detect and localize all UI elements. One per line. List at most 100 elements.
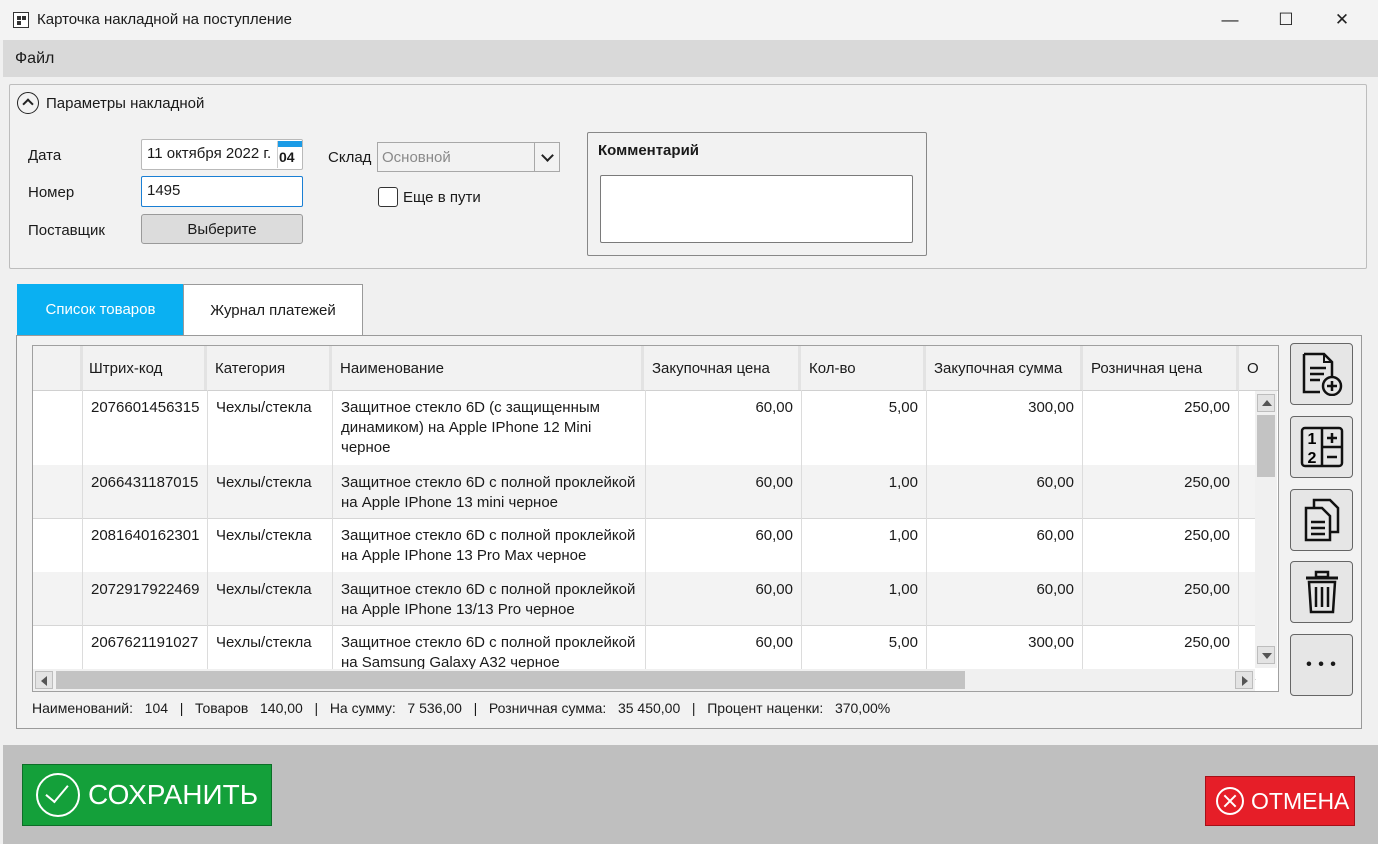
summary-markup-label: Процент наценки: [707,700,824,716]
copy-button[interactable] [1290,489,1353,551]
column-name[interactable]: Наименование [332,346,644,390]
cell-more [1239,518,1256,572]
cell-more [1239,390,1256,465]
column-category[interactable]: Категория [207,346,332,390]
app-icon [13,12,29,28]
date-label: Дата [28,147,62,164]
collapse-chevron-icon[interactable] [17,92,39,114]
cell-purchase-price: 60,00 [646,465,802,518]
column-barcode[interactable]: Штрих-код [33,346,207,390]
row-selector[interactable] [33,465,83,518]
cell-barcode: 2072917922469 [83,572,208,625]
column-purchase-sum[interactable]: Закупочная сумма [926,346,1083,390]
cell-category: Чехлы/стекла [208,518,333,572]
summary-names-value: 104 [144,700,169,716]
more-button[interactable]: • • • [1290,634,1353,696]
date-value: 11 октября 2022 г. [147,145,272,162]
summary-retail-value: 35 450,00 [617,700,681,716]
close-circle-icon [1216,787,1244,815]
table-row[interactable]: 2081640162301 Чехлы/стекла Защитное стек… [33,518,1256,573]
warehouse-value: Основной [382,149,451,166]
cell-barcode: 2066431187015 [83,465,208,518]
summary-separator: | [473,700,478,716]
svg-text:1: 1 [1308,431,1317,448]
in-transit-label[interactable]: Еще в пути [403,189,481,206]
table-row[interactable]: 2072917922469 Чехлы/стекла Защитное стек… [33,572,1256,626]
summary-separator: | [314,700,319,716]
save-label: СОХРАНИТЬ [88,779,259,810]
cell-quantity: 1,00 [802,518,927,572]
menu-bar [3,40,1378,77]
trash-icon [1306,570,1338,614]
column-quantity[interactable]: Кол-во [801,346,926,390]
delete-button[interactable] [1290,561,1353,623]
cell-name: Защитное стекло 6D с полной проклейкой н… [333,572,646,625]
calculate-button[interactable]: 1 2 [1290,416,1353,478]
scroll-right-icon[interactable] [1235,671,1253,689]
summary-goods-value: 140,00 [260,700,303,716]
cell-purchase-sum: 60,00 [927,518,1083,572]
cell-quantity: 1,00 [802,465,927,518]
add-item-button[interactable] [1290,343,1353,405]
cell-purchase-price: 60,00 [646,518,802,572]
maximize-button[interactable]: ☐ [1258,0,1314,40]
cell-purchase-sum: 60,00 [927,465,1083,518]
summary-markup-value: 370,00% [834,700,891,716]
menu-file[interactable]: Файл [15,50,54,68]
cell-category: Чехлы/стекла [208,465,333,518]
cell-retail-price: 250,00 [1083,390,1239,465]
summary-sum-label: На сумму: [329,700,396,716]
summary-goods-label: Товаров [195,700,249,716]
row-selector[interactable] [33,572,83,625]
copy-documents-icon [1304,498,1340,542]
save-button[interactable]: СОХРАНИТЬ [22,764,272,826]
cell-quantity: 1,00 [802,572,927,625]
cell-purchase-sum: 60,00 [927,572,1083,625]
table-row[interactable]: 2076601456315 Чехлы/стекла Защитное стек… [33,390,1256,466]
summary-sum-value: 7 536,00 [407,700,462,716]
in-transit-checkbox[interactable] [378,187,398,207]
cell-category: Чехлы/стекла [208,572,333,625]
row-selector[interactable] [33,518,83,572]
summary-bar: Наименований: 104 | Товаров 140,00 | На … [32,700,890,716]
chevron-down-icon[interactable] [534,143,559,171]
cancel-button[interactable]: ОТМЕНА [1205,776,1355,826]
number-label: Номер [28,184,75,201]
params-header[interactable]: Параметры накладной [46,95,204,112]
cell-purchase-price: 60,00 [646,572,802,625]
column-purchase-price[interactable]: Закупочная цена [644,346,801,390]
table-row[interactable]: 2066431187015 Чехлы/стекла Защитное стек… [33,465,1256,519]
cell-name: Защитное стекло 6D (с защищенным динамик… [333,390,646,465]
close-button[interactable]: ✕ [1314,0,1370,40]
warehouse-label: Склад [328,149,372,166]
cell-name: Защитное стекло 6D с полной проклейкой н… [333,465,646,518]
check-circle-icon [36,773,80,817]
scroll-down-icon[interactable] [1257,646,1275,664]
comment-input[interactable] [600,175,913,243]
vertical-scroll-thumb[interactable] [1257,415,1275,477]
cell-purchase-price: 60,00 [646,390,802,465]
cell-more [1239,465,1256,518]
goods-table: Штрих-код Категория Наименование Закупоч… [32,345,1279,692]
calculator-icon: 1 2 [1300,426,1344,468]
cell-barcode: 2076601456315 [83,390,208,465]
summary-separator: | [179,700,184,716]
choose-supplier-button[interactable]: Выберите [141,214,303,244]
row-selector[interactable] [33,390,83,465]
horizontal-scroll-thumb[interactable] [56,671,965,689]
tab-goods-list[interactable]: Список товаров [17,284,184,335]
cancel-label: ОТМЕНА [1251,787,1350,814]
table-header: Штрих-код Категория Наименование Закупоч… [33,346,1278,391]
minimize-button[interactable]: — [1202,0,1258,40]
tab-payments-journal[interactable]: Журнал платежей [183,284,363,335]
scroll-up-icon[interactable] [1257,394,1275,412]
scroll-left-icon[interactable] [35,671,53,689]
column-retail-price[interactable]: Розничная цена [1083,346,1239,390]
number-value: 1495 [147,182,181,199]
svg-text:2: 2 [1308,450,1317,467]
summary-names-label: Наименований: [32,700,133,716]
supplier-label: Поставщик [28,222,105,239]
window-title: Карточка накладной на поступление [37,11,292,28]
summary-separator: | [691,700,696,716]
column-more[interactable]: О [1239,346,1278,390]
